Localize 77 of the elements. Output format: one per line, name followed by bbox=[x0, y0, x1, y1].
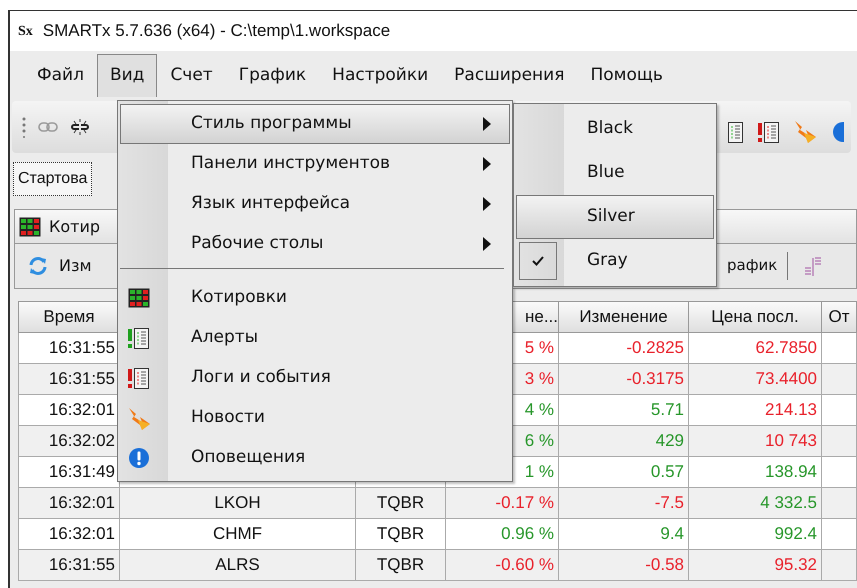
submenu-arrow-icon bbox=[483, 117, 491, 131]
table-cell: -0.60 % bbox=[446, 550, 559, 581]
column-header[interactable]: Цена посл. bbox=[689, 301, 822, 333]
menu-item[interactable]: Язык интерфейса bbox=[120, 184, 510, 224]
menu-item[interactable]: Панели инструментов bbox=[120, 144, 510, 184]
alert-list-icon bbox=[128, 367, 150, 389]
refresh-icon[interactable] bbox=[27, 255, 49, 277]
menu-item[interactable]: График bbox=[226, 54, 320, 97]
table-cell: 214.13 bbox=[689, 395, 822, 426]
table-cell: TQBR bbox=[356, 550, 446, 581]
table-cell: 0.96 % bbox=[446, 519, 559, 550]
chart-button[interactable]: рафик bbox=[727, 254, 778, 276]
quotes-grid-icon bbox=[19, 216, 41, 236]
menu-item[interactable]: Файл bbox=[24, 54, 97, 97]
table-cell: 0.57 bbox=[559, 457, 689, 488]
window-title: SMARTx 5.7.636 (x64) - C:\temp\1.workspace bbox=[42, 20, 390, 42]
table-cell: 16:31:49 bbox=[18, 457, 120, 488]
menu-item[interactable]: Помощь bbox=[577, 54, 676, 97]
info-icon bbox=[128, 447, 150, 469]
table-cell: 992.4 bbox=[689, 519, 822, 550]
table-cell: 9.4 bbox=[559, 519, 689, 550]
quotes-grid-icon bbox=[128, 288, 150, 308]
submenu-arrow-icon bbox=[483, 197, 491, 211]
menu-item[interactable]: Настройки bbox=[319, 54, 442, 97]
table-cell: -0.58 bbox=[559, 550, 689, 581]
table-cell: -7.5 bbox=[559, 488, 689, 519]
table-cell: 16:31:55 bbox=[18, 364, 120, 395]
table-cell: 4 332.5 bbox=[689, 488, 822, 519]
check-icon bbox=[532, 256, 544, 266]
submenu-arrow-icon bbox=[483, 157, 491, 171]
menu-item[interactable]: Счет bbox=[157, 54, 226, 97]
table-cell: 16:32:01 bbox=[18, 488, 120, 519]
table-cell: 429 bbox=[559, 426, 689, 457]
panel-title: Котир bbox=[49, 216, 100, 238]
column-header[interactable]: От bbox=[822, 301, 857, 333]
table-cell: 95.32 bbox=[689, 550, 822, 581]
table-cell: TQBR bbox=[356, 488, 446, 519]
flame-arrow-icon bbox=[128, 406, 152, 430]
table-cell: 16:31:55 bbox=[18, 333, 120, 364]
document-tab[interactable]: Стартова bbox=[13, 162, 92, 196]
alert-list-icon bbox=[128, 327, 150, 349]
table-cell: 10 743 bbox=[689, 426, 822, 457]
table-cell: -0.2825 bbox=[559, 333, 689, 364]
table-cell: TQBR bbox=[356, 519, 446, 550]
app-logo: Sx bbox=[18, 22, 33, 40]
table-cell: 16:32:01 bbox=[18, 395, 120, 426]
table-cell: 16:31:55 bbox=[18, 550, 120, 581]
table-cell: 16:32:02 bbox=[18, 426, 120, 457]
table-cell: -0.17 % bbox=[446, 488, 559, 519]
alert-list-icon[interactable] bbox=[758, 120, 780, 142]
column-header[interactable]: Изменение bbox=[559, 301, 689, 333]
menu-item[interactable]: Котировки bbox=[120, 278, 510, 318]
submenu-arrow-icon bbox=[483, 237, 491, 251]
table-cell: -0.3175 bbox=[559, 364, 689, 395]
table-cell: ALRS bbox=[120, 550, 356, 581]
table-cell: 16:32:01 bbox=[18, 519, 120, 550]
link-icon[interactable] bbox=[38, 121, 58, 133]
flame-arrow-icon[interactable] bbox=[794, 119, 818, 144]
table-cell: 62.7850 bbox=[689, 333, 822, 364]
menu-item[interactable]: Black bbox=[516, 107, 714, 151]
menu-item[interactable]: Стиль программы bbox=[120, 104, 510, 144]
column-header[interactable]: Время bbox=[18, 301, 120, 333]
table-cell: 73.4400 bbox=[689, 364, 822, 395]
menu-item[interactable]: Blue bbox=[516, 151, 714, 195]
menu-item[interactable]: Gray bbox=[516, 239, 714, 283]
table-cell: 138.94 bbox=[689, 457, 822, 488]
menu-item[interactable]: Вид bbox=[96, 54, 158, 97]
menu-item[interactable]: Расширения bbox=[441, 54, 578, 97]
broken-link-icon[interactable] bbox=[70, 116, 90, 138]
menu-item[interactable]: Рабочие столы bbox=[120, 224, 510, 264]
toolbar-button-label[interactable]: Изм bbox=[59, 254, 92, 278]
table-cell: CHMF bbox=[120, 519, 356, 550]
toolbar-grip[interactable] bbox=[22, 116, 26, 138]
table-cell: LKOH bbox=[120, 488, 356, 519]
menu-item[interactable]: Silver bbox=[516, 195, 714, 239]
table-cell: 5.71 bbox=[559, 395, 689, 426]
columns-icon[interactable] bbox=[805, 256, 821, 276]
